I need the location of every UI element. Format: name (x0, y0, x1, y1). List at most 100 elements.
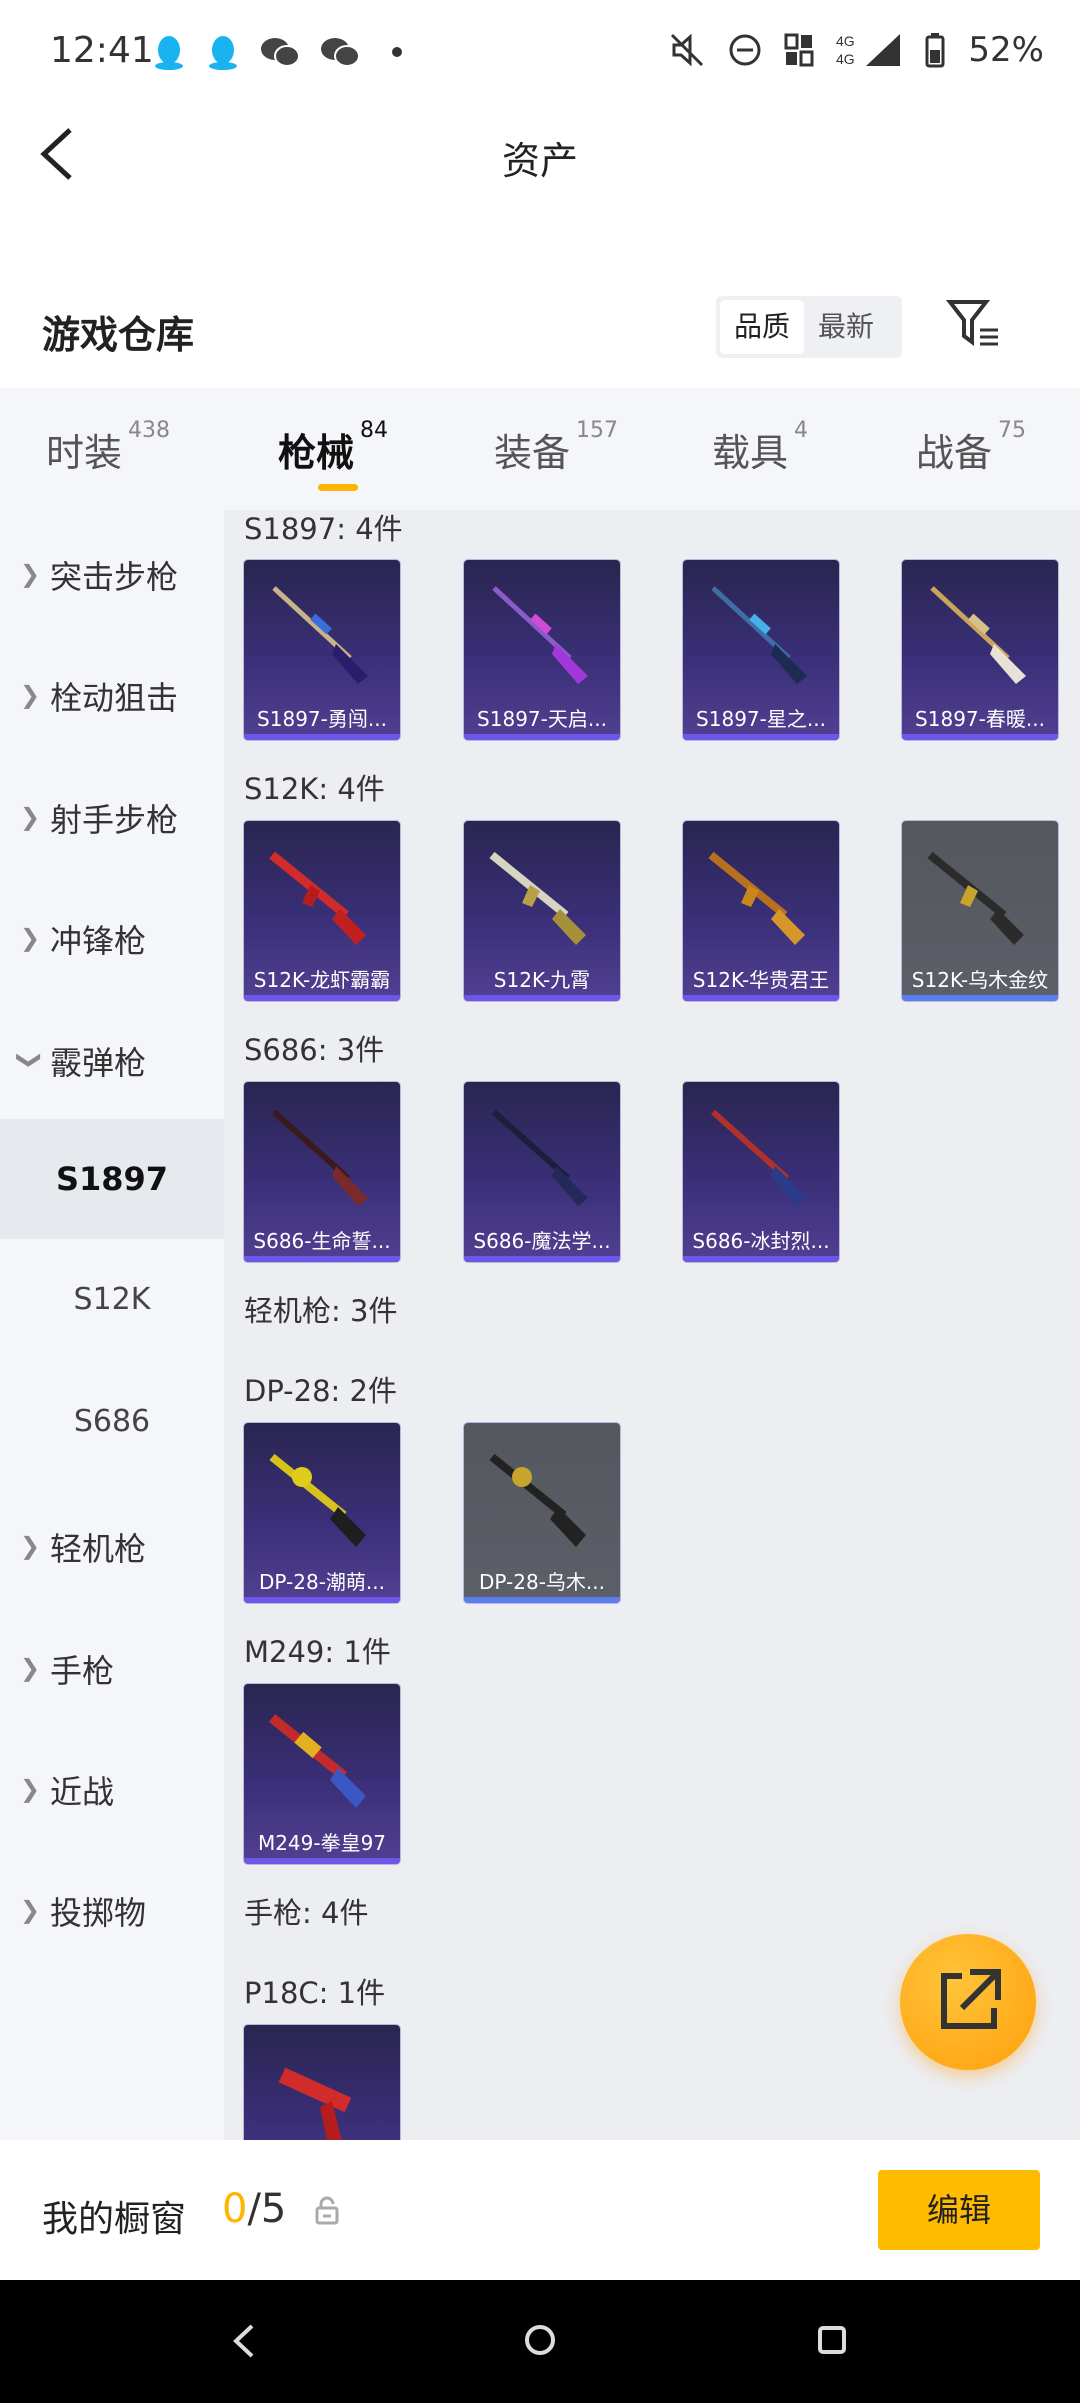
filter-button[interactable] (945, 296, 1006, 352)
tab-equipment[interactable]: 装备157 (494, 418, 618, 477)
item-card[interactable]: S1897-勇闯... (244, 560, 400, 740)
item-card[interactable]: M249-拳皇97 (244, 1684, 400, 1864)
sidebar-item-melee[interactable]: ❯ 近战 (0, 1747, 224, 1827)
tab-weapons[interactable]: 枪械84 (278, 418, 388, 477)
rarity-strip (683, 995, 839, 1001)
tab-vehicles[interactable]: 载具4 (712, 418, 808, 477)
system-icons: 4G 4G 52% (670, 30, 1044, 70)
battery-percent: 52% (968, 30, 1044, 70)
sidebar-item-pistol[interactable]: ❯ 手枪 (0, 1626, 224, 1706)
dnd-icon (729, 34, 761, 66)
group-label-m249: M249: 1件 (244, 1635, 391, 1669)
group-label-s686: S686: 3件 (244, 1033, 385, 1067)
group-label-s1897: S1897: 4件 (244, 512, 403, 546)
item-card[interactable]: S12K-九霄 (464, 821, 620, 1001)
rarity-strip (244, 1256, 400, 1262)
item-name: M249-拳皇97 (257, 1831, 387, 1855)
category-tabs: 时装438 枪械84 装备157 载具4 战备75 (0, 388, 1080, 510)
item-card[interactable]: S686-冰封烈... (683, 1082, 839, 1262)
chevron-right-icon: ❯ (20, 803, 41, 831)
rifle-skin-icon (489, 851, 586, 945)
shotgun-skin-icon (272, 586, 368, 684)
sidebar-item-bolt-sniper[interactable]: ❯ 栓动狙击 (0, 653, 224, 733)
chevron-right-icon: ❯ (20, 1532, 41, 1560)
item-name: DP-28-乌木... (479, 1570, 605, 1594)
item-card[interactable]: S12K-龙虾霸霸 (244, 821, 400, 1001)
rarity-strip (244, 1597, 400, 1603)
rarity-strip (244, 1858, 400, 1864)
item-name: S12K-乌木金纹 (911, 968, 1049, 992)
active-tab-indicator (318, 484, 358, 491)
item-card[interactable] (244, 2025, 400, 2140)
showcase-count-current: 0 (222, 2186, 248, 2232)
edit-button[interactable]: 编辑 (878, 2170, 1040, 2250)
rifle-skin-icon (927, 851, 1024, 945)
nav-recents-icon[interactable] (812, 2320, 852, 2360)
wechat-icon (321, 38, 360, 67)
chevron-right-icon: ❯ (20, 1775, 41, 1803)
sort-newest[interactable]: 最新 (804, 300, 888, 354)
item-name: S12K-九霄 (493, 968, 591, 992)
shotgun-skin-icon (711, 586, 807, 684)
group-label-pistol: 手枪: 4件 (244, 1896, 369, 1930)
status-time: 12:41 (50, 30, 154, 71)
item-grid: S1897: 4件 S1897-勇闯... S1897-天启... S1897-… (224, 510, 1080, 2140)
wechat-icon (261, 38, 300, 67)
item-card[interactable]: DP-28-潮萌... (244, 1423, 400, 1603)
nav-back-icon[interactable] (226, 2320, 262, 2362)
item-card[interactable]: S12K-华贵君王 (683, 821, 839, 1001)
lmg-skin-icon (268, 1714, 366, 1808)
item-card[interactable]: S1897-星之... (683, 560, 839, 740)
item-card[interactable]: S12K-乌木金纹 (902, 821, 1058, 1001)
rarity-strip (902, 995, 1058, 1001)
group-label-dp28: DP-28: 2件 (244, 1374, 397, 1408)
sidebar-item-assault-rifle[interactable]: ❯ 突击步枪 (0, 532, 224, 612)
sort-toggle: 品质 最新 (716, 296, 902, 358)
sidebar-item-lmg[interactable]: ❯ 轻机枪 (0, 1504, 224, 1584)
item-name: S1897-星之... (696, 707, 826, 731)
chevron-right-icon: ❯ (20, 924, 41, 952)
sidebar-item-shotgun[interactable]: ❯ 霰弹枪 (0, 1018, 224, 1098)
svg-text:4G: 4G (836, 51, 855, 67)
item-card[interactable]: S1897-春暖... (902, 560, 1058, 740)
rarity-strip (683, 734, 839, 740)
filter-icon (945, 300, 998, 346)
shotgun-skin-icon (272, 1109, 368, 1206)
chevron-down-icon: ❯ (16, 1049, 45, 1071)
back-button[interactable] (36, 124, 96, 184)
item-name: DP-28-潮萌... (259, 1570, 385, 1594)
sidebar-item-throwable[interactable]: ❯ 投掷物 (0, 1868, 224, 1948)
status-bar: 12:41 4G 4G 52% (0, 0, 1080, 110)
sidebar-item-smg[interactable]: ❯ 冲锋枪 (0, 896, 224, 976)
item-card[interactable]: S686-生命誓... (244, 1082, 400, 1262)
qq-icon (209, 36, 237, 70)
nav-home-icon[interactable] (520, 2320, 560, 2360)
showcase-count-total: /5 (247, 2186, 287, 2232)
item-name: S1897-勇闯... (257, 707, 387, 731)
rarity-strip (464, 1597, 620, 1603)
item-card[interactable]: S686-魔法学... (464, 1082, 620, 1262)
shotgun-skin-icon (711, 1109, 807, 1206)
signal-icon: 4G4G (836, 33, 901, 67)
notification-icons (152, 34, 402, 70)
sidebar-sub-s12k[interactable]: S12K (0, 1240, 224, 1360)
sidebar-item-marksman-rifle[interactable]: ❯ 射手步枪 (0, 775, 224, 855)
group-label-lmg: 轻机枪: 3件 (244, 1294, 398, 1328)
weapon-category-sidebar: ❯ 突击步枪 ❯ 栓动狙击 ❯ 射手步枪 ❯ 冲锋枪 ❯ 霰弹枪 S1897 S12K S… (0, 510, 224, 2140)
item-card[interactable]: S1897-天启... (464, 560, 620, 740)
tab-fashion[interactable]: 时装438 (46, 418, 170, 477)
sort-quality[interactable]: 品质 (720, 300, 805, 354)
sidebar-sub-s1897[interactable]: S1897 (0, 1119, 224, 1239)
share-button[interactable] (900, 1934, 1036, 2070)
item-card[interactable]: DP-28-乌木... (464, 1423, 620, 1603)
tab-combat-gear[interactable]: 战备75 (916, 418, 1026, 477)
showcase-count: 0/5 (222, 2186, 286, 2232)
sidebar-sub-s686[interactable]: S686 (0, 1362, 224, 1482)
item-name: S686-魔法学... (473, 1229, 611, 1253)
page-title: 资产 (501, 139, 578, 183)
item-name: S1897-春暖... (915, 707, 1045, 731)
rarity-strip (683, 1256, 839, 1262)
showcase-label: 我的橱窗 (42, 2199, 187, 2240)
rarity-strip (464, 734, 620, 740)
warehouse-title: 游戏仓库 (42, 313, 195, 357)
